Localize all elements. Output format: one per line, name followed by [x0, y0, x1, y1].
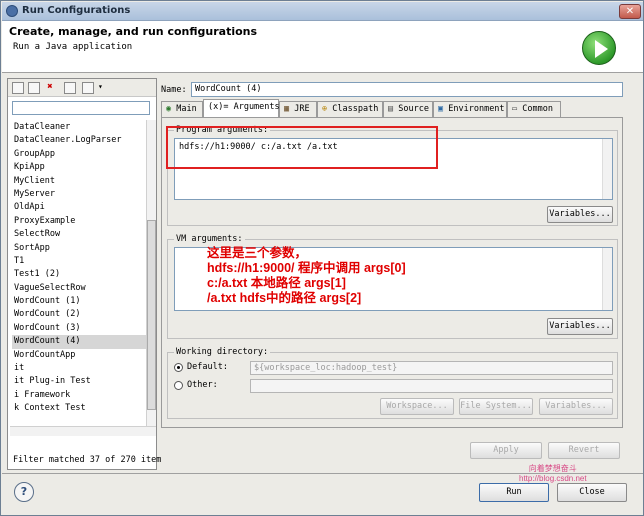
- working-directory-label: Working directory:: [174, 347, 271, 357]
- configuration-list-item[interactable]: DataCleaner: [12, 121, 146, 134]
- configuration-list-item[interactable]: i Framework: [12, 389, 146, 402]
- help-icon[interactable]: ?: [14, 482, 34, 502]
- tab-arguments[interactable]: (x)= Arguments: [203, 99, 280, 117]
- revert-button[interactable]: Revert: [548, 442, 620, 459]
- default-label: Default:: [187, 362, 228, 372]
- run-configurations-window: Run Configurations ✕ Create, manage, and…: [0, 0, 644, 516]
- file-system-button[interactable]: File System...: [459, 398, 533, 415]
- list-toolbar: ✖ ▾: [8, 79, 156, 97]
- configuration-list-item[interactable]: it: [12, 362, 146, 375]
- annotation-line: /a.txt hdfs中的路径 args[2]: [207, 291, 362, 305]
- configuration-list-item[interactable]: KpiApp: [12, 161, 146, 174]
- configuration-list-item[interactable]: WordCount (4): [12, 335, 146, 349]
- working-directory-group: Working directory: Default: ${workspace_…: [167, 347, 618, 419]
- highlight-box: [166, 126, 438, 169]
- configuration-list-item[interactable]: T1: [12, 255, 146, 268]
- program-arguments-scrollbar[interactable]: [602, 139, 612, 199]
- apply-button[interactable]: Apply: [470, 442, 542, 459]
- other-label: Other:: [187, 380, 218, 390]
- configuration-list-item[interactable]: k Context Test: [12, 402, 146, 415]
- configuration-list-item[interactable]: VagueSelectRow: [12, 282, 146, 295]
- configuration-list-item[interactable]: OldApi: [12, 201, 146, 214]
- tab-source[interactable]: ▤ Source: [383, 101, 433, 117]
- configuration-list-item[interactable]: ProxyExample: [12, 215, 146, 228]
- configuration-list-item[interactable]: WordCount (1): [12, 295, 146, 308]
- title-bar: Run Configurations ✕: [2, 2, 643, 21]
- workspace-button[interactable]: Workspace...: [380, 398, 454, 415]
- run-play-icon: [582, 31, 616, 65]
- other-radio[interactable]: [174, 381, 183, 390]
- tab-jre[interactable]: ▦ JRE: [279, 101, 317, 117]
- vm-arguments-label: VM arguments:: [174, 234, 245, 244]
- name-label: Name:: [161, 85, 187, 95]
- default-directory-field: ${workspace_loc:hadoop_test}: [250, 361, 613, 375]
- vm-variables-button[interactable]: Variables...: [547, 318, 613, 335]
- default-radio[interactable]: [174, 363, 183, 372]
- filter-icon[interactable]: [82, 82, 94, 94]
- delete-icon[interactable]: ✖: [44, 82, 56, 94]
- watermark-line: 向着梦想奋斗: [528, 464, 577, 473]
- tab-environment[interactable]: ▣ Environment: [433, 101, 507, 117]
- annotation-note: 这里是三个参数， hdfs://h1:9000/ 程序中调用 args[0] c…: [207, 246, 406, 306]
- tab-main[interactable]: ◉ Main: [161, 101, 203, 117]
- filter-status: Filter matched 37 of 270 item: [13, 455, 162, 465]
- configuration-list-item[interactable]: SortApp: [12, 242, 146, 255]
- collapse-all-icon[interactable]: [64, 82, 76, 94]
- tab-classpath[interactable]: ⊕ Classpath: [317, 101, 383, 117]
- header-title: Create, manage, and run configurations: [9, 25, 258, 38]
- configuration-list-item[interactable]: WordCount (3): [12, 322, 146, 335]
- annotation-line: c:/a.txt 本地路径 args[1]: [207, 276, 346, 290]
- tree-vertical-scrollbar[interactable]: [146, 120, 156, 426]
- duplicate-icon[interactable]: [28, 82, 40, 94]
- new-config-icon[interactable]: [12, 82, 24, 94]
- tab-common[interactable]: ▭ Common: [507, 101, 561, 117]
- close-button[interactable]: Close: [557, 483, 627, 502]
- directory-variables-button[interactable]: Variables...: [539, 398, 613, 415]
- header-subtitle: Run a Java application: [13, 42, 133, 52]
- filter-menu-chevron-icon[interactable]: ▾: [98, 82, 103, 91]
- other-directory-field: [250, 379, 613, 393]
- configuration-tree: DataCleaner DataCleaner.LogParser GroupApp…: [12, 121, 146, 421]
- tree-horizontal-scrollbar[interactable]: [10, 426, 156, 436]
- dialog-header: Create, manage, and run configurations R…: [2, 21, 643, 73]
- vm-arguments-scrollbar[interactable]: [602, 248, 612, 310]
- window-title: Run Configurations: [22, 5, 131, 16]
- configuration-list-item[interactable]: MyServer: [12, 188, 146, 201]
- configuration-list-item[interactable]: WordCount (2): [12, 308, 146, 321]
- close-window-button[interactable]: ✕: [619, 4, 641, 19]
- filter-input[interactable]: [12, 101, 150, 115]
- annotation-line: hdfs://h1:9000/ 程序中调用 args[0]: [207, 261, 406, 275]
- configuration-list-pane: ✖ ▾ DataCleaner DataCleaner.LogParser Grou…: [7, 78, 161, 470]
- configuration-list-item[interactable]: MyClient: [12, 175, 146, 188]
- eclipse-icon: [6, 5, 18, 17]
- configuration-list-item[interactable]: GroupApp: [12, 148, 146, 161]
- configuration-list-item[interactable]: SelectRow: [12, 228, 146, 241]
- configuration-list-item[interactable]: Test1 (2): [12, 268, 146, 281]
- configuration-list-item[interactable]: DataCleaner.LogParser: [12, 134, 146, 147]
- watermark: 向着梦想奋斗 http://blog.csdn.net: [519, 464, 587, 484]
- annotation-line: 这里是三个参数，: [207, 246, 308, 260]
- program-variables-button[interactable]: Variables...: [547, 206, 613, 223]
- configuration-list-item[interactable]: WordCountApp: [12, 349, 146, 362]
- configuration-list-item[interactable]: it Plug-in Test: [12, 375, 146, 388]
- name-field[interactable]: WordCount (4): [191, 82, 623, 97]
- run-button[interactable]: Run: [479, 483, 549, 502]
